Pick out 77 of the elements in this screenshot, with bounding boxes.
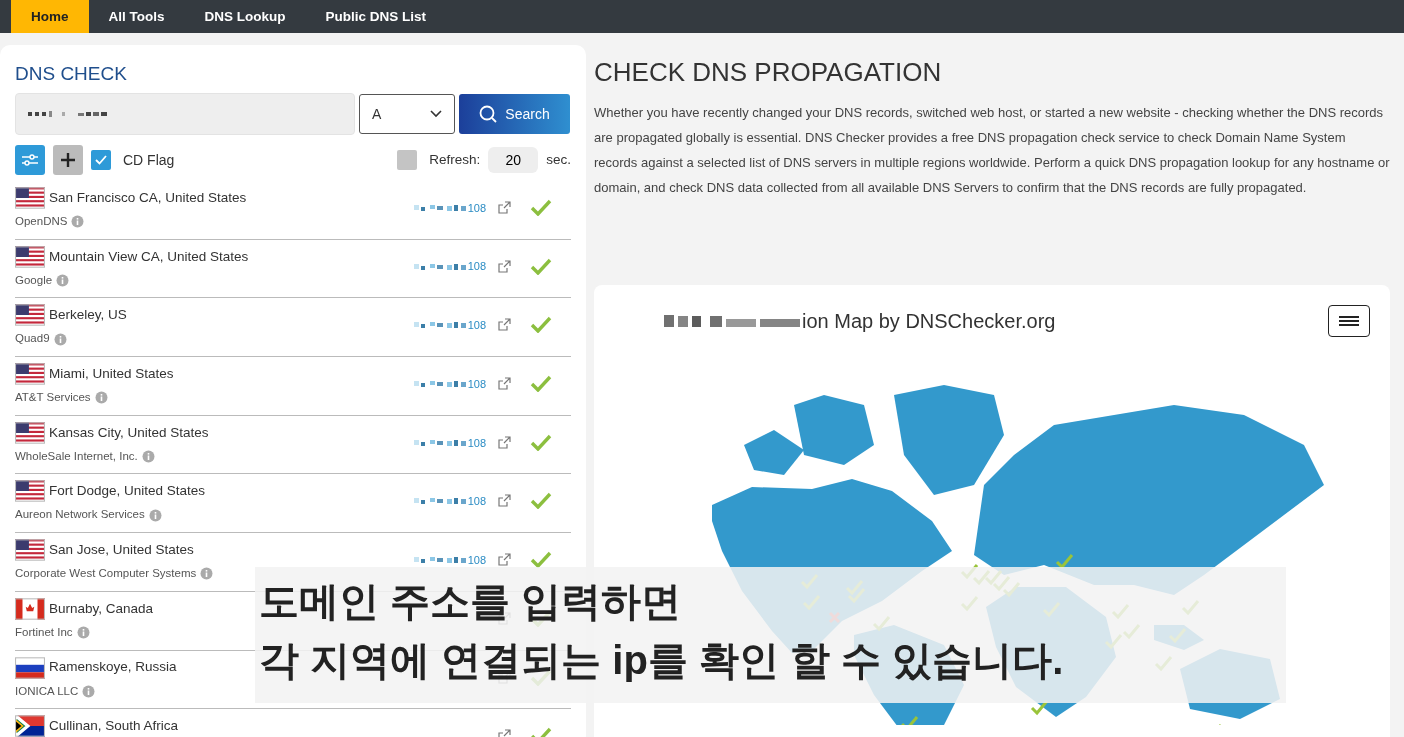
ip-link[interactable]: 108	[467, 199, 486, 217]
provider-text: AT&T Services	[15, 390, 91, 406]
nav-tab[interactable]: DNS Lookup	[184, 0, 306, 33]
blurred-text	[413, 261, 468, 272]
location-text: Fort Dodge, United States	[49, 482, 206, 501]
info-icon[interactable]	[71, 215, 85, 229]
nav-tab[interactable]: Public DNS List	[305, 0, 447, 33]
blurred-text	[413, 320, 468, 331]
ip-link[interactable]: 108	[467, 493, 486, 510]
info-icon[interactable]	[53, 332, 67, 346]
location-text: Mountain View CA, United States	[49, 247, 249, 266]
provider-text: Aureon Network Services	[15, 507, 145, 523]
provider-text: Quad9	[15, 331, 50, 347]
location-text: Berkeley, US	[49, 306, 127, 325]
provider-text: Corporate West Computer Systems	[15, 566, 197, 582]
info-icon[interactable]	[56, 273, 70, 287]
blurred-text	[413, 203, 468, 213]
checkbox[interactable]	[397, 150, 418, 170]
blurred-text	[413, 437, 468, 448]
search-icon	[479, 105, 498, 123]
checkmark-icon	[95, 155, 107, 165]
ip-link[interactable]: 108	[467, 375, 486, 393]
external-link-icon[interactable]	[498, 494, 511, 508]
menu-button[interactable]	[1328, 305, 1370, 337]
info-icon[interactable]	[200, 567, 214, 581]
provider-text: IONICA LLC	[15, 683, 79, 699]
external-link-icon[interactable]	[498, 435, 511, 449]
external-link-icon[interactable]	[498, 201, 511, 214]
filter-button[interactable]	[15, 145, 45, 175]
info-icon[interactable]	[94, 391, 108, 405]
provider-text: OpenDNS	[15, 214, 68, 229]
menu-icon	[1339, 316, 1359, 326]
search-button[interactable]: Search	[459, 94, 570, 134]
refresh-label: Refresh:	[429, 150, 481, 169]
provider-text: Google	[15, 272, 53, 288]
info-icon[interactable]	[148, 508, 162, 522]
blurred-text	[413, 379, 468, 390]
caption-line: 각 지역에 연결되는 ip를 확인 할 수 있습니다.	[259, 637, 1064, 684]
plus-icon	[61, 153, 75, 167]
intro-paragraph: Whether you have recently changed your DNS records, switched web host, or started a new website - checking whether the DNS records are propagated globally is essential. DNS Checker provides a free DNS propagation check service to check Domain Name System records against a selected list of DNS servers in multiple regions worldwide. Perform a quick DNS propagation lookup for any hostname or domain, and check DNS data collected from all available DNS Servers to confirm that the DNS records are fully propagated.	[594, 104, 1390, 197]
checkbox[interactable]	[91, 150, 111, 170]
location-text: San Jose, United States	[49, 541, 194, 559]
unit-label: sec.	[546, 150, 571, 169]
location-text: Kansas City, United States	[49, 423, 209, 442]
info-icon[interactable]	[82, 684, 96, 698]
info-icon[interactable]	[141, 449, 155, 463]
checkbox-label: CD Flag	[123, 150, 175, 170]
map-title: ion Map by DNSChecker.org	[802, 309, 1056, 334]
blurred-text	[413, 555, 468, 566]
caption-line: 도메인 주소를 입력하면	[259, 578, 682, 625]
refresh-field[interactable]: 20	[488, 147, 539, 173]
external-link-icon[interactable]	[498, 377, 511, 391]
sliders-icon	[21, 152, 39, 168]
nav-tab[interactable]: All Tools	[88, 0, 185, 33]
location-text: Cullinan, South Africa	[49, 717, 179, 736]
external-link-icon[interactable]	[498, 318, 511, 332]
ip-link[interactable]: 108	[467, 551, 486, 569]
external-link-icon[interactable]	[498, 553, 511, 567]
blurred-text	[413, 496, 468, 507]
add-button[interactable]	[53, 145, 83, 175]
page-heading: CHECK DNS PROPAGATION	[594, 56, 943, 89]
nav-tab[interactable]: Home	[11, 0, 89, 33]
location-text: Burnaby, Canada	[49, 599, 154, 618]
provider-text: Fortinet Inc	[15, 624, 73, 640]
location-text: San Francisco CA, United States	[49, 188, 247, 207]
panel-title: DNS CHECK	[15, 62, 128, 86]
location-text: Ramenskoye, Russia	[49, 658, 177, 677]
domain-field[interactable]	[15, 93, 355, 135]
provider-text: WholeSale Internet, Inc.	[15, 448, 138, 464]
external-link-icon[interactable]	[498, 259, 511, 273]
record-type-select[interactable]: A	[359, 94, 455, 134]
info-icon[interactable]	[76, 625, 90, 639]
chevron-down-icon	[430, 110, 442, 118]
ip-link[interactable]: 108	[467, 317, 486, 334]
ip-link[interactable]: 108	[467, 258, 486, 275]
ip-link[interactable]: 108	[467, 434, 486, 451]
location-text: Miami, United States	[49, 364, 174, 383]
